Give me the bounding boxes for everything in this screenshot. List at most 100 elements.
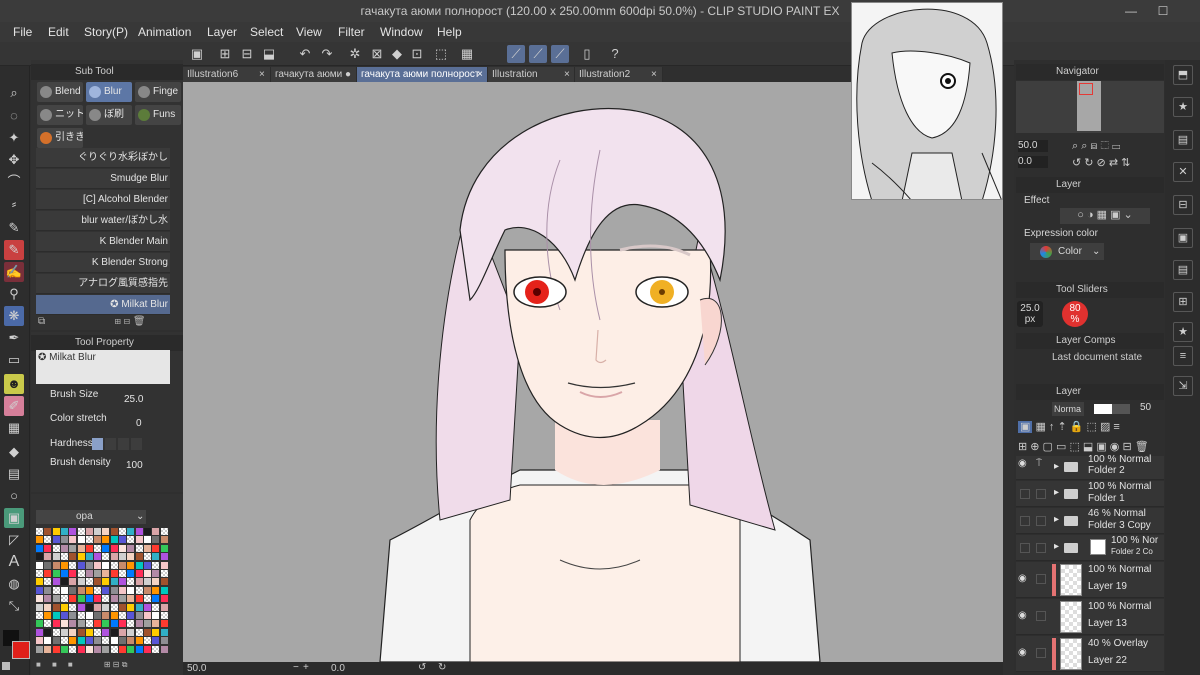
color-swatch[interactable] bbox=[119, 628, 126, 636]
color-swatch[interactable] bbox=[160, 620, 168, 628]
color-swatch[interactable] bbox=[160, 628, 168, 636]
color-swatch[interactable] bbox=[44, 645, 52, 653]
open-file-icon[interactable]: ⊟ bbox=[238, 45, 256, 63]
text-tool-icon[interactable]: A bbox=[4, 552, 24, 572]
lasso-tool-icon[interactable]: ⌒ bbox=[4, 172, 24, 192]
color-swatch[interactable] bbox=[143, 612, 151, 619]
color-swatch[interactable] bbox=[69, 628, 77, 636]
color-swatch[interactable] bbox=[143, 637, 151, 645]
document-tab[interactable]: Illustration × bbox=[488, 67, 575, 82]
color-swatch[interactable] bbox=[152, 603, 160, 611]
color-swatch[interactable] bbox=[52, 578, 60, 586]
snap-ruler-icon[interactable]: ⟋ bbox=[507, 45, 525, 63]
color-swatch[interactable] bbox=[127, 586, 135, 594]
layer-row[interactable]: ◉ 40 % Overlay Layer 22 bbox=[1016, 636, 1164, 672]
color-swatch[interactable] bbox=[69, 586, 77, 594]
minimize-button[interactable]: — bbox=[1118, 2, 1144, 20]
color-swatch[interactable] bbox=[152, 561, 160, 569]
color-swatch[interactable] bbox=[127, 553, 135, 561]
color-swatch[interactable] bbox=[135, 628, 143, 636]
color-swatch[interactable] bbox=[52, 637, 60, 645]
color-swatch[interactable] bbox=[36, 553, 43, 561]
color-swatch[interactable] bbox=[135, 612, 143, 619]
folder-expand-icon[interactable]: ▸ bbox=[1054, 487, 1059, 498]
selection-border-icon[interactable]: ▦ bbox=[458, 45, 476, 63]
layer-lock-icons[interactable]: ▣ ▦ ↑ ⇡ 🔒 ⬚ ▨ ≡ bbox=[1018, 420, 1164, 434]
color-swatch[interactable] bbox=[36, 578, 43, 586]
history-icon[interactable]: ▤ bbox=[1173, 260, 1193, 280]
color-swatch[interactable] bbox=[44, 637, 52, 645]
color-swatch[interactable] bbox=[127, 536, 135, 544]
document-tab[interactable]: гачакута аюми ● bbox=[271, 67, 357, 82]
color-swatch[interactable] bbox=[119, 570, 126, 577]
color-swatch[interactable] bbox=[102, 620, 110, 628]
color-swatch[interactable] bbox=[143, 620, 151, 628]
maximize-button[interactable]: ☐ bbox=[1150, 2, 1176, 20]
color-swatch[interactable] bbox=[102, 637, 110, 645]
color-swatch[interactable] bbox=[36, 603, 43, 611]
subtool-group-funs[interactable]: Funs bbox=[135, 105, 181, 125]
layer-row[interactable]: ◉ 100 % Normal Layer 13 bbox=[1016, 599, 1164, 635]
folder-expand-icon[interactable]: ▸ bbox=[1054, 541, 1059, 552]
color-swatch[interactable] bbox=[110, 586, 118, 594]
color-swatch[interactable] bbox=[127, 528, 135, 535]
redo-icon[interactable]: ↷ bbox=[318, 45, 336, 63]
color-swatch[interactable] bbox=[60, 603, 68, 611]
color-swatch[interactable] bbox=[119, 553, 126, 561]
color-swatch[interactable] bbox=[77, 645, 85, 653]
grid-tool-icon[interactable]: ▦ bbox=[4, 418, 24, 438]
color-swatch[interactable] bbox=[85, 536, 93, 544]
color-swatch[interactable] bbox=[52, 544, 60, 552]
brush-item[interactable]: blur water/ぼかし水 bbox=[36, 211, 170, 231]
color-swatch[interactable] bbox=[102, 645, 110, 653]
color-swatch[interactable] bbox=[69, 570, 77, 577]
color-swatch[interactable] bbox=[143, 595, 151, 603]
menu-file[interactable]: File bbox=[13, 25, 32, 39]
zoom-out-icon[interactable]: − bbox=[293, 662, 299, 673]
color-swatch[interactable] bbox=[85, 544, 93, 552]
color-swatch[interactable] bbox=[69, 561, 77, 569]
layer-row-folder[interactable]: ▸ 46 % Normal Folder 3 Copy bbox=[1016, 508, 1164, 534]
color-swatch[interactable] bbox=[44, 628, 52, 636]
color-swatch[interactable] bbox=[69, 544, 77, 552]
color-swatch[interactable] bbox=[143, 603, 151, 611]
color-swatch[interactable] bbox=[152, 586, 160, 594]
deselect-icon[interactable]: ⬚ bbox=[432, 45, 450, 63]
brush-item[interactable]: ぐりぐり水彩ぼかし bbox=[36, 148, 170, 168]
ruler-tool-icon[interactable]: ◸ bbox=[4, 530, 24, 550]
color-swatch[interactable] bbox=[135, 637, 143, 645]
color-swatch[interactable] bbox=[77, 528, 85, 535]
star-panel-icon[interactable]: ★ bbox=[1173, 322, 1193, 342]
color-swatch[interactable] bbox=[102, 528, 110, 535]
color-swatch[interactable] bbox=[102, 561, 110, 569]
color-swatch[interactable] bbox=[52, 536, 60, 544]
color-swatch[interactable] bbox=[44, 612, 52, 619]
color-swatch[interactable] bbox=[85, 603, 93, 611]
visibility-eye-icon[interactable]: ◉ bbox=[1018, 647, 1030, 659]
transparent-color-icon[interactable] bbox=[2, 662, 10, 670]
color-swatch[interactable] bbox=[36, 561, 43, 569]
navigator-zoom[interactable]: 50.0 bbox=[1018, 140, 1048, 152]
brush-density-value[interactable]: 100 bbox=[126, 460, 143, 471]
zoom-value[interactable]: 50.0 bbox=[187, 663, 206, 674]
color-swatch[interactable] bbox=[52, 595, 60, 603]
color-swatch[interactable] bbox=[60, 637, 68, 645]
navigator-angle[interactable]: 0.0 bbox=[1018, 156, 1048, 168]
color-swatch[interactable] bbox=[85, 637, 93, 645]
rotate-left-icon[interactable]: ↺ bbox=[418, 662, 426, 673]
color-swatch[interactable] bbox=[77, 578, 85, 586]
color-swatch[interactable] bbox=[110, 637, 118, 645]
color-swatch[interactable] bbox=[85, 553, 93, 561]
menu-view[interactable]: View bbox=[296, 25, 322, 39]
favorite-icon[interactable]: ★ bbox=[1173, 97, 1193, 117]
expression-color-dropdown[interactable]: Color ⌄ bbox=[1030, 243, 1104, 260]
color-swatch[interactable] bbox=[60, 595, 68, 603]
color-swatch[interactable] bbox=[135, 561, 143, 569]
color-swatch[interactable] bbox=[135, 536, 143, 544]
color-swatch[interactable] bbox=[52, 553, 60, 561]
color-swatch[interactable] bbox=[94, 628, 102, 636]
color-swatch[interactable] bbox=[119, 586, 126, 594]
color-swatch[interactable] bbox=[85, 570, 93, 577]
color-swatch[interactable] bbox=[102, 595, 110, 603]
layer-row-folder[interactable]: ▸ 100 % Normal Folder 1 bbox=[1016, 481, 1164, 507]
